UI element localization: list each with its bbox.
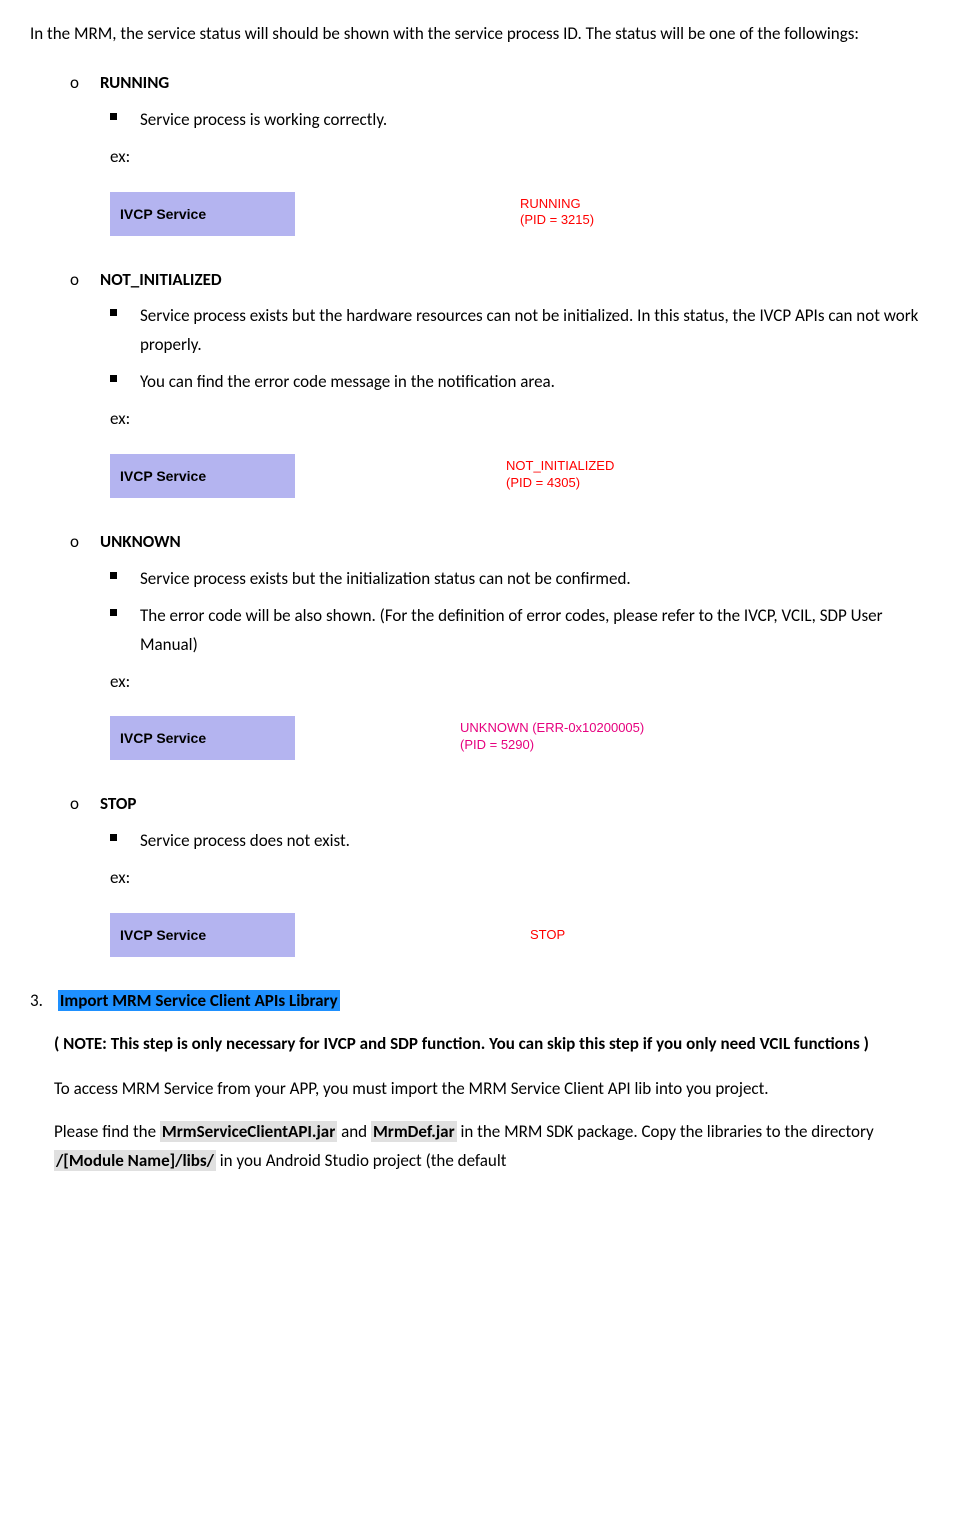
list-marker-o: o bbox=[70, 266, 100, 295]
square-bullet-icon bbox=[110, 609, 117, 616]
service-status-text: UNKNOWN (ERR-0x10200005) (PID = 5290) bbox=[460, 720, 644, 754]
status-item: oUNKNOWN Service process exists but the i… bbox=[70, 528, 923, 760]
square-bullet-icon bbox=[110, 375, 117, 382]
section-heading-row: 3. Import MRM Service Client APIs Librar… bbox=[30, 987, 923, 1016]
list-marker-o: o bbox=[70, 69, 100, 98]
status-item: oNOT_INITIALIZED Service process exists b… bbox=[70, 266, 923, 498]
intro-paragraph: In the MRM, the service status will shou… bbox=[30, 20, 923, 49]
status-screenshot: IVCP Service RUNNING (PID = 3215) bbox=[110, 192, 890, 236]
status-heading: oUNKNOWN bbox=[70, 528, 923, 557]
status-heading: oNOT_INITIALIZED bbox=[70, 266, 923, 295]
ivcp-service-box: IVCP Service bbox=[110, 192, 295, 236]
section-paragraph-2: Please find the MrmServiceClientAPI.jar … bbox=[54, 1118, 923, 1176]
bullet-text: Service process exists but the hardware … bbox=[140, 305, 918, 355]
section-note: ( NOTE: This step is only necessary for … bbox=[54, 1030, 923, 1059]
status-bullet: Service process does not exist. bbox=[140, 827, 923, 856]
service-status-text: RUNNING (PID = 3215) bbox=[520, 196, 594, 230]
ivcp-service-box: IVCP Service bbox=[110, 716, 295, 760]
example-label: ex: bbox=[110, 143, 923, 172]
section-paragraph-1: To access MRM Service from your APP, you… bbox=[54, 1075, 923, 1104]
section-title-highlight: Import MRM Service Client APIs Library bbox=[58, 990, 340, 1011]
status-bullet: You can find the error code message in t… bbox=[140, 368, 923, 397]
status-item: oRUNNING Service process is working corre… bbox=[70, 69, 923, 236]
status-screenshot: IVCP Service UNKNOWN (ERR-0x10200005) (PI… bbox=[110, 716, 890, 760]
status-name: STOP bbox=[100, 793, 136, 814]
status-heading: oSTOP bbox=[70, 790, 923, 819]
ivcp-service-box: IVCP Service bbox=[110, 913, 295, 957]
jar-file-2: MrmDef.jar bbox=[371, 1121, 457, 1142]
bullet-text: Service process does not exist. bbox=[140, 830, 350, 851]
square-bullet-icon bbox=[110, 113, 117, 120]
square-bullet-icon bbox=[110, 834, 117, 841]
status-bullet: Service process exists but the hardware … bbox=[140, 302, 923, 360]
example-label: ex: bbox=[110, 864, 923, 893]
example-label: ex: bbox=[110, 405, 923, 434]
list-marker-o: o bbox=[70, 790, 100, 819]
bullet-text: Service process exists but the initializ… bbox=[140, 568, 631, 589]
bullet-text: Service process is working correctly. bbox=[140, 109, 387, 130]
p2-text-b: and bbox=[337, 1121, 371, 1142]
jar-file-1: MrmServiceClientAPI.jar bbox=[160, 1121, 337, 1142]
status-name: NOT_INITIALIZED bbox=[100, 269, 222, 290]
service-status-text: STOP bbox=[530, 927, 565, 944]
bullet-text: The error code will be also shown. (For … bbox=[140, 605, 883, 655]
list-marker-o: o bbox=[70, 528, 100, 557]
status-item: oSTOPService process does not exist.ex:I… bbox=[70, 790, 923, 957]
ivcp-service-box: IVCP Service bbox=[110, 454, 295, 498]
example-label: ex: bbox=[110, 668, 923, 697]
status-screenshot: IVCP Service NOT_INITIALIZED (PID = 4305) bbox=[110, 454, 890, 498]
p2-text-a: Please find the bbox=[54, 1121, 160, 1142]
p2-text-c: in the MRM SDK package. Copy the librari… bbox=[457, 1121, 874, 1142]
service-status-text: NOT_INITIALIZED (PID = 4305) bbox=[506, 458, 614, 492]
square-bullet-icon bbox=[110, 309, 117, 316]
status-bullet: Service process is working correctly. bbox=[140, 106, 923, 135]
status-heading: oRUNNING bbox=[70, 69, 923, 98]
status-name: RUNNING bbox=[100, 72, 169, 93]
status-screenshot: IVCP Service STOP bbox=[110, 913, 890, 957]
status-name: UNKNOWN bbox=[100, 531, 181, 552]
square-bullet-icon bbox=[110, 572, 117, 579]
section-number: 3. bbox=[30, 987, 54, 1016]
p2-text-d: in you Android Studio project (the defau… bbox=[216, 1150, 506, 1171]
bullet-text: You can find the error code message in t… bbox=[140, 371, 555, 392]
status-bullet: The error code will be also shown. (For … bbox=[140, 602, 923, 660]
status-bullet: Service process exists but the initializ… bbox=[140, 565, 923, 594]
libs-path: /[Module Name]/libs/ bbox=[54, 1150, 216, 1171]
